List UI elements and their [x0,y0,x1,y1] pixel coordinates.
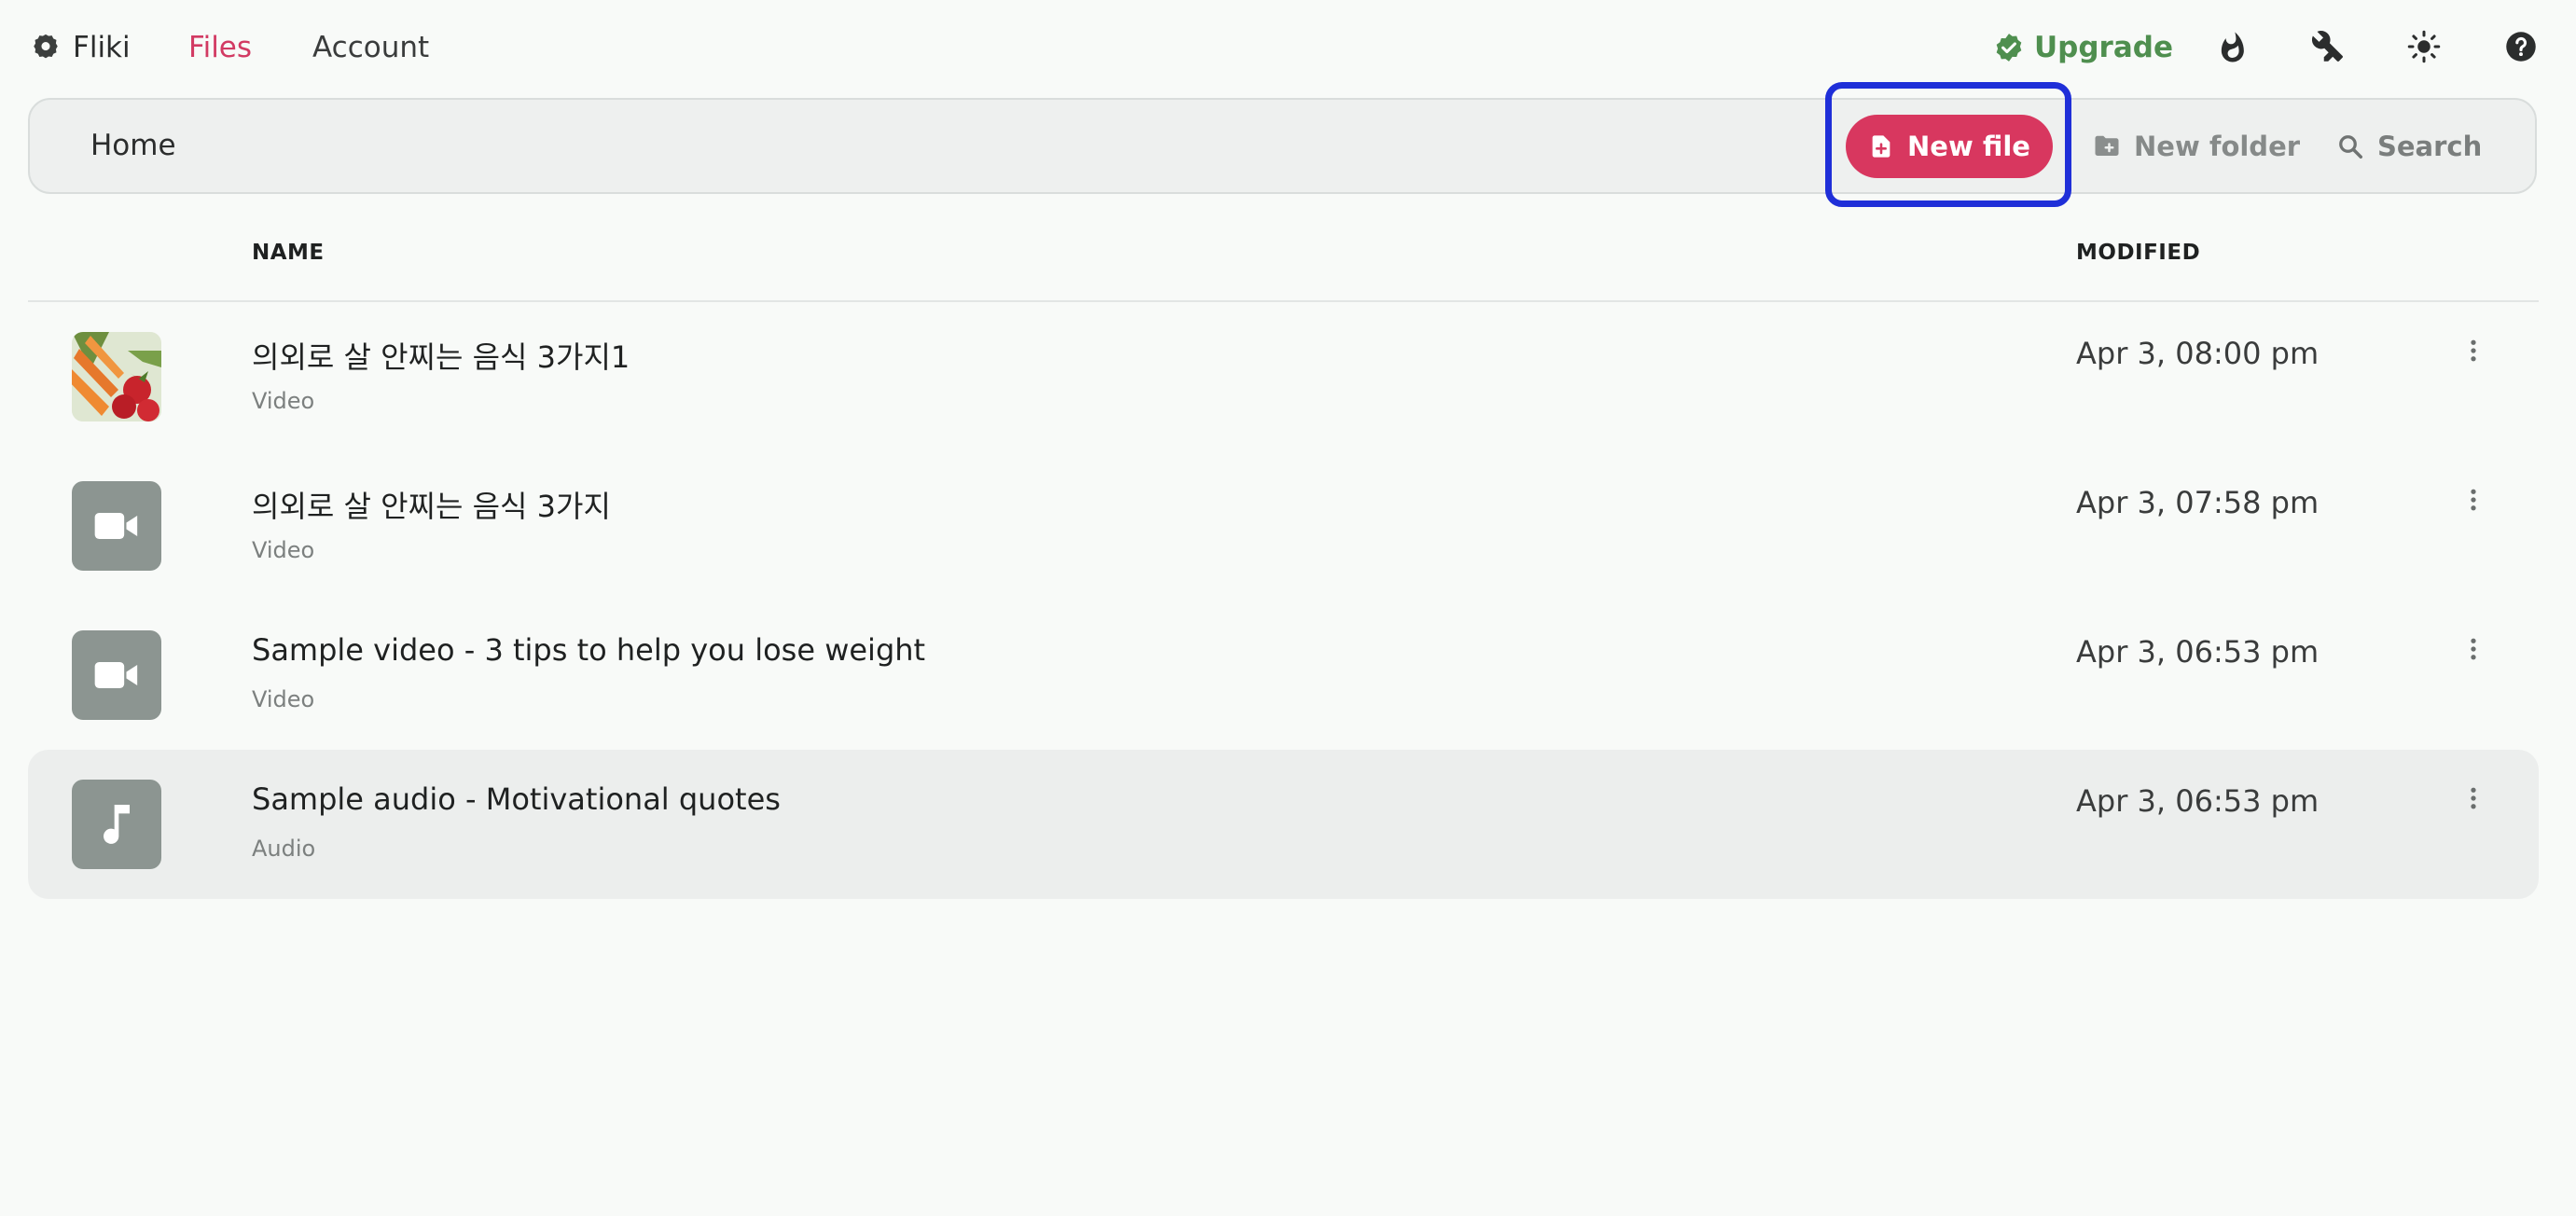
column-header-name[interactable]: NAME [252,241,325,265]
upgrade-label: Upgrade [2034,31,2173,64]
music-note-icon [104,805,130,844]
new-folder-icon [2095,135,2119,156]
file-row[interactable]: Sample audio - Motivational quotes Audio… [28,750,2539,899]
file-row[interactable]: 의외로 살 안찌는 음식 3가지1 Video Apr 3, 08:00 pm [28,302,2539,451]
file-name[interactable]: 의외로 살 안찌는 음식 3가지1 [252,334,630,377]
brand[interactable]: Fliki [30,24,131,71]
upgrade-link[interactable]: Upgrade [1993,24,2173,71]
file-thumbnail [72,481,161,571]
food-image [72,332,161,421]
file-row[interactable]: Sample video - 3 tips to help you lose w… [28,601,2539,750]
new-file-button[interactable]: New file [1846,115,2053,178]
gear-logo-icon [34,34,58,59]
more-options-icon[interactable] [2453,330,2494,371]
file-type: Video [252,686,315,712]
video-camera-icon [94,513,138,539]
file-thumbnail [72,332,161,421]
search-icon [2339,135,2362,159]
breadcrumb-home[interactable]: Home [90,100,176,192]
theme-sun-icon[interactable] [2405,28,2443,65]
file-type: Video [252,388,315,414]
file-modified: Apr 3, 08:00 pm [2076,336,2320,371]
column-header-modified[interactable]: MODIFIED [2076,241,2200,265]
more-options-icon[interactable] [2453,778,2494,819]
file-type: Video [252,537,315,563]
file-name[interactable]: 의외로 살 안찌는 음식 3가지 [252,483,611,526]
help-icon[interactable] [2502,28,2540,65]
file-modified: Apr 3, 07:58 pm [2076,485,2320,520]
search-button[interactable]: Search [2336,115,2482,178]
file-row[interactable]: 의외로 살 안찌는 음식 3가지 Video Apr 3, 07:58 pm [28,451,2539,601]
search-label: Search [2377,131,2483,162]
verified-check-icon [1996,34,2022,62]
flame-icon[interactable] [2214,28,2251,65]
new-file-label: New file [1907,131,2030,162]
new-file-icon [1872,135,1890,158]
nav-account[interactable]: Account [312,24,429,71]
new-folder-label: New folder [2134,131,2301,162]
file-thumbnail [72,630,161,720]
tools-icon[interactable] [2310,28,2347,65]
new-folder-button[interactable]: New folder [2093,115,2300,178]
file-type: Audio [252,836,316,862]
file-modified: Apr 3, 06:53 pm [2076,634,2320,670]
more-options-icon[interactable] [2453,479,2494,520]
app-name: Fliki [73,31,131,64]
more-options-icon[interactable] [2453,629,2494,670]
video-camera-icon [94,662,138,688]
file-name[interactable]: Sample video - 3 tips to help you lose w… [252,632,925,668]
file-thumbnail [72,780,161,869]
file-name[interactable]: Sample audio - Motivational quotes [252,781,781,817]
top-navigation: Fliki Files Account Upgrade [0,0,2576,97]
file-modified: Apr 3, 06:53 pm [2076,783,2320,819]
nav-files[interactable]: Files [188,24,252,71]
